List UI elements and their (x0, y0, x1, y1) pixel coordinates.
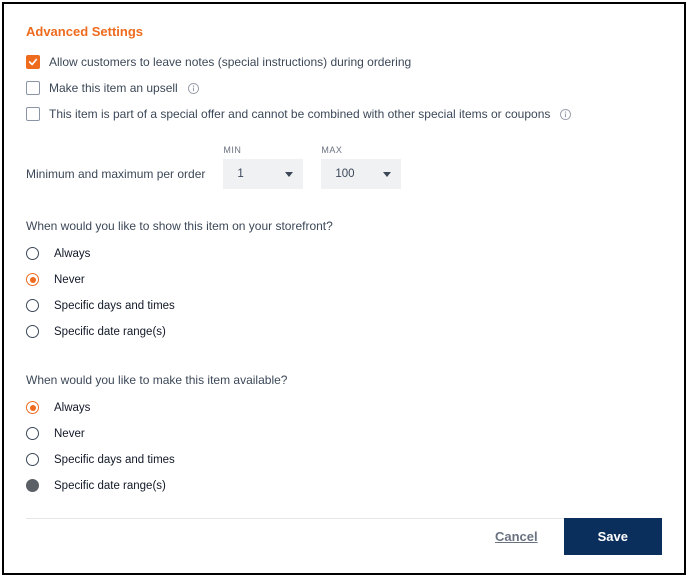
avail-option-label: Always (54, 402, 90, 414)
minmax-row: Minimum and maximum per order MIN 1 MAX … (26, 145, 662, 189)
checkbox-row-special: This item is part of a special offer and… (26, 107, 662, 121)
info-icon[interactable] (559, 108, 572, 121)
show-question: When would you like to show this item on… (26, 219, 662, 233)
minmax-label: Minimum and maximum per order (26, 167, 205, 189)
avail-option-label: Specific date range(s) (54, 480, 166, 492)
avail-option-radio[interactable] (26, 479, 39, 492)
min-select[interactable]: 1 (223, 159, 303, 189)
max-caption: MAX (321, 145, 401, 155)
checkbox-row-notes: Allow customers to leave notes (special … (26, 55, 662, 69)
checkbox-special-label: This item is part of a special offer and… (49, 107, 550, 121)
show-option-radio[interactable] (26, 299, 39, 312)
chevron-down-icon (383, 172, 391, 177)
cancel-button[interactable]: Cancel (495, 529, 538, 544)
show-option-row: Specific date range(s) (26, 325, 662, 338)
avail-option-row: Never (26, 427, 662, 440)
show-option-label: Never (54, 274, 85, 286)
show-option-label: Always (54, 248, 90, 260)
show-option-radio[interactable] (26, 325, 39, 338)
checkbox-special[interactable] (26, 107, 40, 121)
footer-actions: Cancel Save (495, 518, 662, 555)
show-option-radio[interactable] (26, 247, 39, 260)
chevron-down-icon (285, 172, 293, 177)
max-select[interactable]: 100 (321, 159, 401, 189)
checkbox-upsell-label: Make this item an upsell (49, 81, 178, 95)
avail-option-radio[interactable] (26, 427, 39, 440)
max-value: 100 (335, 168, 354, 180)
avail-option-label: Never (54, 428, 85, 440)
checkbox-upsell[interactable] (26, 81, 40, 95)
min-caption: MIN (223, 145, 303, 155)
show-option-label: Specific days and times (54, 300, 175, 312)
show-option-row: Never (26, 273, 662, 286)
show-options-group: Always Never Specific days and times Specif… (26, 247, 662, 338)
checkbox-notes[interactable] (26, 55, 40, 69)
show-option-row: Specific days and times (26, 299, 662, 312)
avail-option-radio[interactable] (26, 401, 39, 414)
show-option-label: Specific date range(s) (54, 326, 166, 338)
avail-option-label: Specific days and times (54, 454, 175, 466)
min-value: 1 (237, 168, 243, 180)
avail-options-group: Always Never Specific days and times Specif… (26, 401, 662, 492)
save-button[interactable]: Save (564, 518, 662, 555)
avail-option-radio[interactable] (26, 453, 39, 466)
info-icon[interactable] (187, 82, 200, 95)
show-option-row: Always (26, 247, 662, 260)
show-option-radio[interactable] (26, 273, 39, 286)
advanced-settings-panel: Advanced Settings Allow customers to lea… (2, 2, 686, 575)
panel-title: Advanced Settings (26, 24, 662, 39)
checkbox-notes-label: Allow customers to leave notes (special … (49, 55, 411, 69)
checkbox-row-upsell: Make this item an upsell (26, 81, 662, 95)
avail-option-row: Specific days and times (26, 453, 662, 466)
avail-option-row: Specific date range(s) (26, 479, 662, 492)
avail-option-row: Always (26, 401, 662, 414)
avail-question: When would you like to make this item av… (26, 373, 662, 387)
